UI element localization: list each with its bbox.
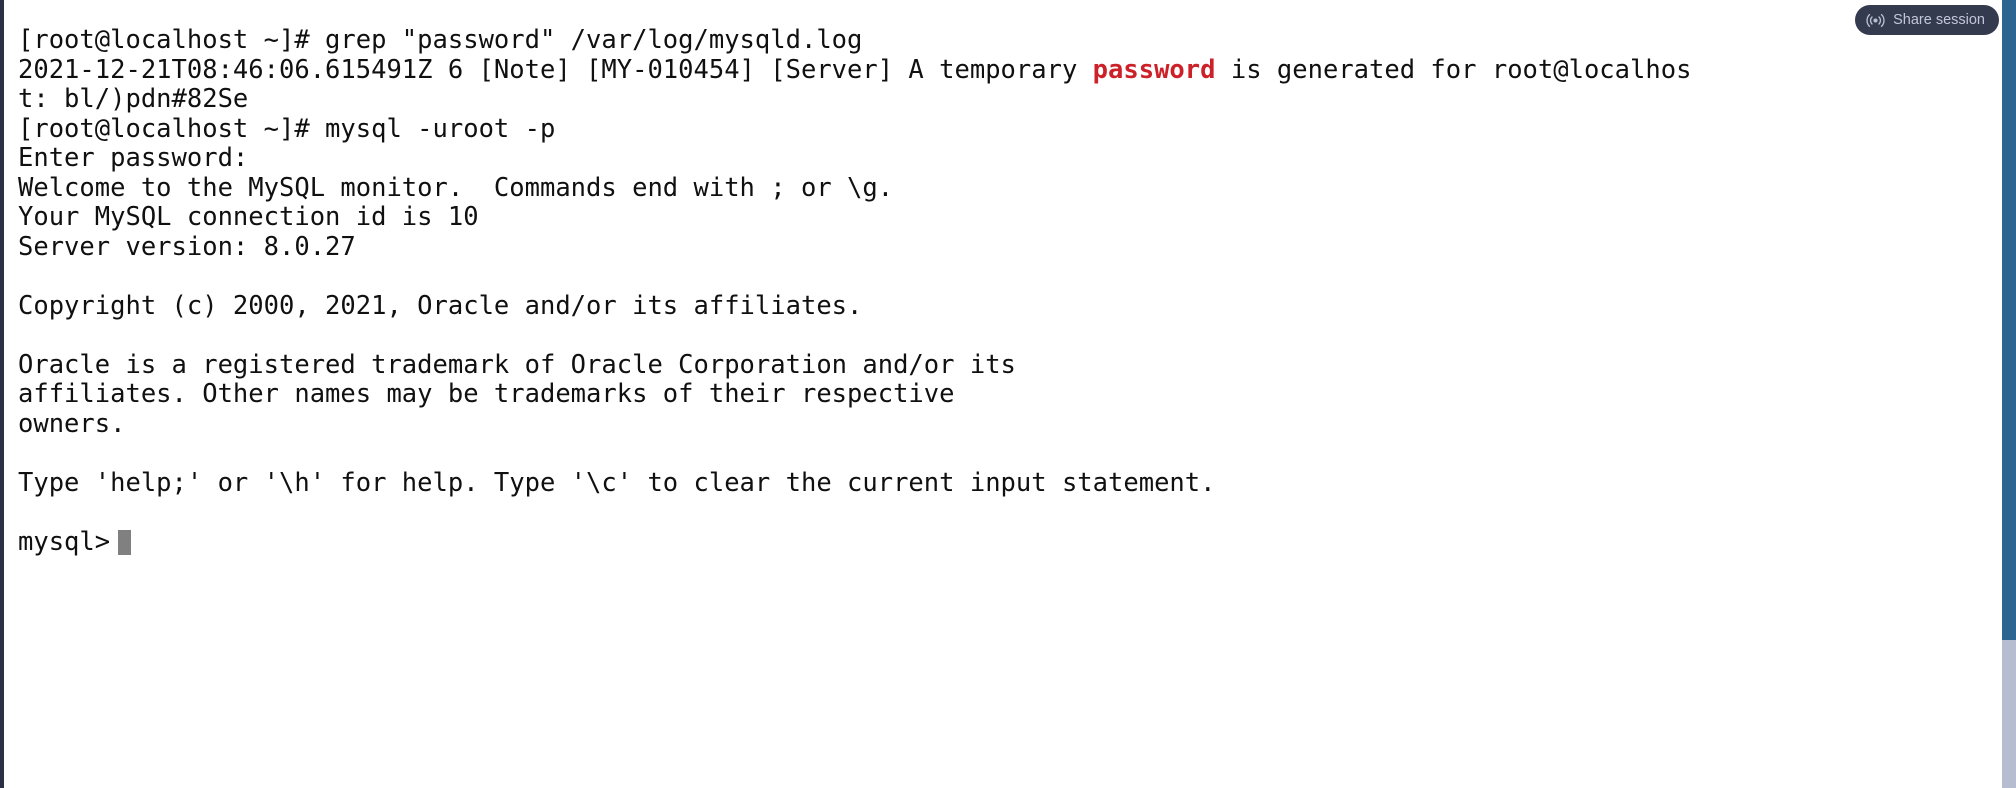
terminal-line: [root@localhost ~]# mysql -uroot -p bbox=[18, 113, 556, 144]
terminal-line: Your MySQL connection id is 10 bbox=[18, 202, 479, 232]
terminal-window: [root@localhost ~]# grep "password" /var… bbox=[0, 0, 2016, 788]
broadcast-icon bbox=[1866, 13, 1885, 27]
terminal-line-grep-match: 2021-12-21T08:46:06.615491Z 6 [Note] [MY… bbox=[18, 54, 2002, 86]
terminal-line: Welcome to the MySQL monitor. Commands e… bbox=[18, 172, 894, 203]
vertical-scrollbar-thumb[interactable] bbox=[2002, 0, 2016, 640]
terminal-prompt-line[interactable]: mysql> bbox=[18, 526, 2002, 558]
line-text-after-match: is generated for root@localhos bbox=[1215, 54, 1692, 85]
terminal-line: Oracle is a registered trademark of Orac… bbox=[18, 349, 1016, 380]
text-cursor bbox=[118, 529, 132, 555]
terminal-output-area[interactable]: [root@localhost ~]# grep "password" /var… bbox=[4, 0, 2002, 788]
terminal-line: Server version: 8.0.27 bbox=[18, 231, 356, 262]
terminal-line: t: bl/)pdn#82Se bbox=[18, 84, 249, 114]
terminal-line: [root@localhost ~]# grep "password" /var… bbox=[18, 25, 863, 55]
share-session-label: Share session bbox=[1893, 12, 1985, 28]
vertical-scrollbar[interactable] bbox=[2002, 0, 2016, 788]
terminal-line: affiliates. Other names may be trademark… bbox=[18, 379, 955, 409]
line-text-before-match: 2021-12-21T08:46:06.615491Z 6 [Note] [MY… bbox=[18, 54, 1093, 85]
terminal-line: Enter password: bbox=[18, 143, 249, 173]
grep-match-highlight: password bbox=[1092, 54, 1216, 85]
terminal-line: Type 'help;' or '\h' for help. Type '\c'… bbox=[18, 467, 1216, 498]
terminal-line: owners. bbox=[18, 408, 126, 439]
terminal-line: Copyright (c) 2000, 2021, Oracle and/or … bbox=[18, 290, 863, 321]
share-session-button[interactable]: Share session bbox=[1855, 5, 1999, 35]
mysql-prompt: mysql> bbox=[18, 526, 111, 557]
